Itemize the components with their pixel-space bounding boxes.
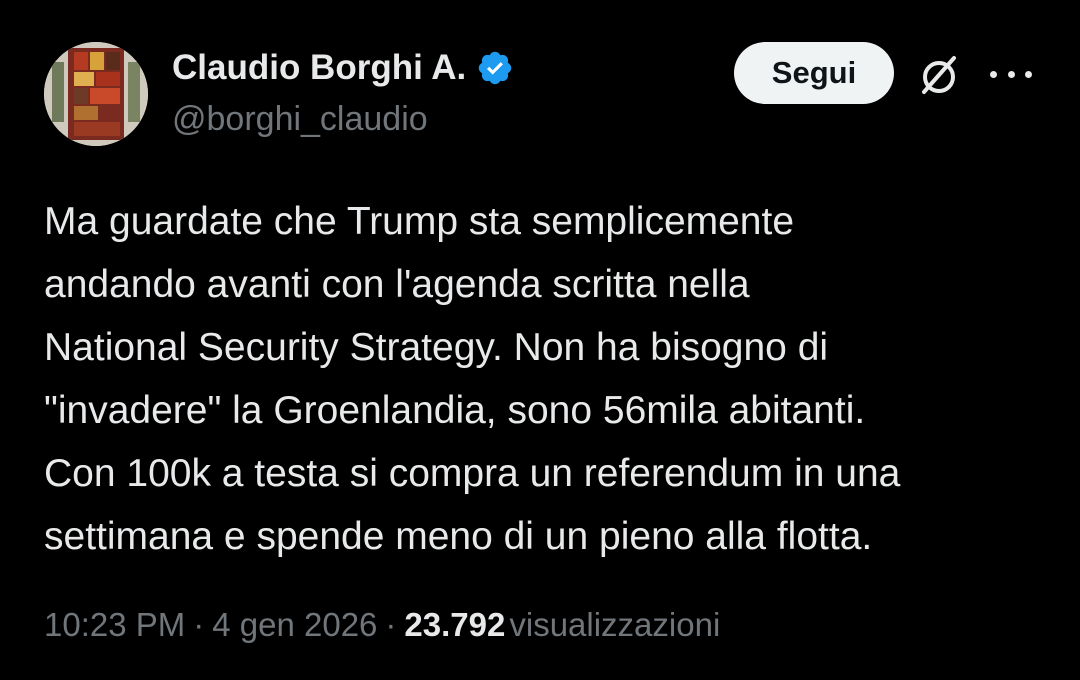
meta-separator: · [193, 606, 205, 643]
avatar[interactable] [44, 42, 148, 146]
tweet-text-line: Con 100k a testa si compra un referendum… [44, 452, 901, 495]
more-dot [1025, 70, 1032, 78]
tweet-date[interactable]: 4 gen 2026 [212, 606, 377, 643]
verified-badge-icon [476, 49, 514, 87]
more-dot [1007, 70, 1015, 78]
views-count[interactable]: 23.792 [404, 606, 505, 643]
tweet-text-line: National Security Strategy. Non ha bisog… [44, 326, 829, 369]
avatar-image [44, 42, 148, 146]
tweet-card: Claudio Borghi A. @borghi_claudio Segui … [0, 0, 1080, 680]
tweet-text-line: settimana e spende meno di un pieno alla… [44, 515, 873, 558]
more-dot [990, 70, 997, 78]
author-name[interactable]: Claudio Borghi A. [172, 48, 514, 88]
author-name-text: Claudio Borghi A. [172, 48, 467, 87]
meta-separator: · [385, 606, 397, 643]
follow-button[interactable]: Segui [734, 42, 894, 104]
tweet-text-line: andando avanti con l'agenda scritta nell… [44, 263, 750, 306]
tweet-text-line: Ma guardate che Trump sta semplicemente [44, 200, 795, 243]
tweet-meta: 10:23 PM · 4 gen 2026 · 23.792 visualizzazion… [44, 606, 720, 644]
views-label: visualizzazioni [509, 606, 721, 643]
grok-icon[interactable] [914, 50, 964, 100]
more-options-icon[interactable] [990, 54, 1032, 94]
author-handle[interactable]: @borghi_claudio [172, 100, 428, 139]
tweet-text: Ma guardate che Trump sta semplicemente … [44, 190, 1054, 568]
tweet-time[interactable]: 10:23 PM [44, 606, 185, 643]
tweet-text-line: "invadere" la Groenlandia, sono 56mila a… [44, 389, 866, 432]
